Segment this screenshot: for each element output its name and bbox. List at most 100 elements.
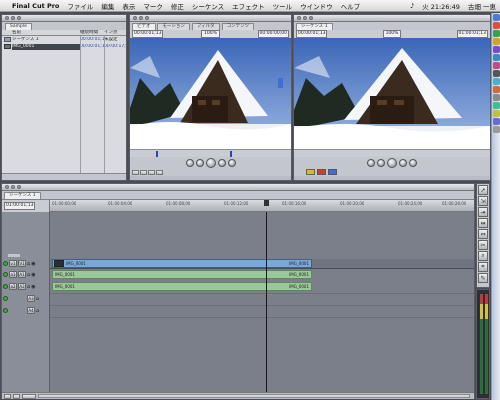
close-icon[interactable] (297, 16, 301, 20)
browser-titlebar[interactable] (2, 15, 126, 22)
minimize-icon[interactable] (11, 16, 15, 20)
track-visibility-icon[interactable] (3, 261, 8, 266)
slip-tool-icon[interactable]: ⇔ (478, 229, 488, 239)
video-clip[interactable]: IMG_0001 IMG_0001 (52, 259, 312, 268)
crop-tool-icon[interactable]: ⌗ (478, 262, 488, 272)
volume-icon[interactable]: ♪ (406, 2, 418, 10)
dest-patch-a4[interactable]: A4 (27, 307, 35, 314)
tab-canvas-sequence[interactable]: シーケンス 1 (296, 23, 333, 30)
replace-edit-button[interactable] (328, 169, 337, 175)
menu-help[interactable]: ヘルプ (337, 1, 365, 11)
app-icon[interactable] (492, 94, 500, 101)
timeline-titlebar[interactable] (2, 184, 474, 191)
canvas-zoom[interactable]: 100% (382, 30, 402, 38)
canvas-titlebar[interactable] (294, 15, 490, 22)
app-icon[interactable] (492, 62, 500, 69)
edit-select-tool-icon[interactable]: ⇲ (478, 196, 488, 206)
tab-timeline-sequence[interactable]: シーケンス 1 (4, 192, 41, 199)
column-name[interactable]: 名前 (2, 30, 80, 35)
track-audible-icon[interactable] (3, 308, 8, 313)
zoom-icon[interactable] (309, 16, 313, 20)
mark-out-button[interactable] (140, 169, 147, 175)
close-icon[interactable] (5, 185, 9, 189)
play-in-out-button[interactable] (195, 158, 204, 167)
lock-icon[interactable]: ⌂ (27, 272, 30, 278)
lock-icon[interactable]: ⌂ (36, 296, 39, 302)
tab-browser-sample[interactable]: Sample (5, 23, 32, 30)
clip-overlays-button[interactable] (13, 393, 20, 399)
menu-file[interactable]: ファイル (63, 1, 97, 11)
pen-tool-icon[interactable]: ✎ (478, 273, 488, 283)
viewer-zoom[interactable]: 100% (201, 30, 220, 38)
lock-icon[interactable]: ⌂ (27, 261, 30, 267)
column-in[interactable]: イン点 (104, 30, 126, 35)
match-frame-button[interactable] (156, 169, 163, 175)
timeline-tracks[interactable]: IMG_0001 IMG_0001 IMG_0001 IMG_0001 IMG_… (50, 200, 474, 392)
app-icon[interactable] (492, 46, 500, 53)
timeline-timecode[interactable]: 01:00:01;13 (4, 202, 36, 210)
app-icon[interactable] (492, 86, 500, 93)
audio-clip-a2[interactable]: IMG_0001 IMG_0001 (52, 282, 312, 291)
dest-patch-a2[interactable]: A2 (18, 283, 26, 290)
viewer-timecode[interactable]: 00:00:00;00 (257, 30, 289, 38)
menu-effects[interactable]: エフェクト (228, 1, 269, 11)
lock-icon[interactable]: ⌂ (36, 308, 39, 314)
menu-sequence[interactable]: シーケンス (188, 1, 228, 11)
source-patch-v1[interactable]: v1 (9, 260, 17, 267)
close-icon[interactable] (133, 16, 137, 20)
track-height-button[interactable] (4, 393, 11, 399)
track-height-control[interactable] (8, 254, 20, 257)
list-item[interactable]: IMG_0001 00:00:01;13 00:00:17;03 (2, 43, 126, 50)
auto-select-icon[interactable]: ◉ (31, 272, 35, 278)
minimize-icon[interactable] (139, 16, 143, 20)
menu-edit[interactable]: 編集 (97, 1, 118, 11)
app-icon[interactable] (492, 38, 500, 45)
timeline-scrollbar[interactable] (38, 394, 470, 398)
canvas-image[interactable] (294, 38, 490, 149)
go-to-out-button[interactable] (409, 158, 417, 167)
play-button[interactable] (387, 157, 397, 168)
play-around-button[interactable] (217, 158, 226, 167)
zoom-tool-icon[interactable]: ⌕ (478, 251, 488, 261)
final-cut-pro-icon[interactable] (492, 70, 500, 77)
go-to-in-button[interactable] (367, 158, 375, 167)
app-menu[interactable]: Final Cut Pro (8, 2, 63, 10)
menu-mark[interactable]: マーク (139, 1, 167, 11)
play-around-button[interactable] (399, 158, 407, 167)
zoom-icon[interactable] (145, 16, 149, 20)
playhead-handle[interactable] (264, 200, 269, 206)
lock-icon[interactable]: ⌂ (27, 284, 30, 290)
app-icon[interactable] (492, 54, 500, 61)
canvas-timecode[interactable]: 01:00:01;13 (456, 30, 488, 38)
column-duration[interactable]: 継続時間 (80, 30, 104, 35)
clock[interactable]: 火 21:26:49 (418, 1, 464, 11)
source-patch-a1[interactable]: a1 (9, 271, 17, 278)
roll-tool-icon[interactable]: ⇹ (478, 218, 488, 228)
app-icon[interactable] (492, 30, 500, 37)
source-patch-a2[interactable]: a2 (9, 283, 17, 290)
tab-viewer-motion[interactable]: モーション (157, 23, 190, 30)
menu-window[interactable]: ウインドウ (296, 1, 337, 11)
canvas-scrubber[interactable] (294, 149, 490, 157)
finder-icon[interactable] (492, 14, 500, 21)
dest-patch-v1[interactable]: V1 (18, 260, 26, 267)
viewer-image[interactable] (130, 38, 291, 149)
tab-viewer-filters[interactable]: フィルタ (191, 23, 220, 30)
menu-modify[interactable]: 修正 (167, 1, 188, 11)
overwrite-edit-button[interactable] (317, 169, 326, 175)
app-icon[interactable] (492, 102, 500, 109)
minimize-icon[interactable] (303, 16, 307, 20)
browser-scrollbar[interactable] (2, 173, 126, 180)
viewer-scrubber[interactable] (130, 149, 291, 157)
app-icon[interactable] (492, 78, 500, 85)
auto-select-icon[interactable]: ◉ (31, 284, 35, 290)
close-icon[interactable] (5, 16, 9, 20)
zoom-icon[interactable] (17, 16, 21, 20)
zoom-icon[interactable] (17, 185, 21, 189)
auto-select-icon[interactable]: ◉ (31, 261, 35, 267)
out-point-marker[interactable] (230, 151, 232, 157)
track-audible-icon[interactable] (3, 272, 8, 277)
list-item[interactable]: シーケンス 1 00:00:01;13 未設定 (2, 36, 126, 43)
app-icon[interactable] (492, 22, 500, 29)
razor-tool-icon[interactable]: ✂ (478, 240, 488, 250)
